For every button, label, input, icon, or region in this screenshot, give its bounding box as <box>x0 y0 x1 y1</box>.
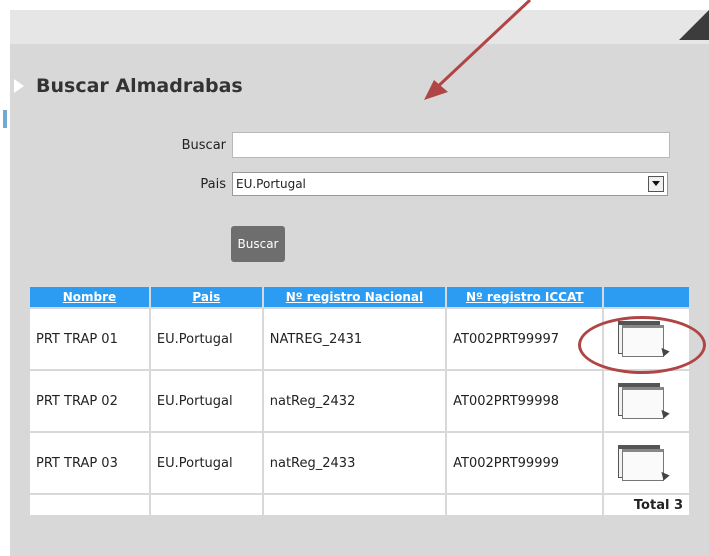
pais-select[interactable]: EU.Portugal <box>232 172 668 196</box>
column-header-registro-nacional[interactable]: Nº registro Nacional <box>263 287 446 307</box>
cell-nombre: PRT TRAP 02 <box>30 371 149 431</box>
cell-action <box>604 371 689 431</box>
chevron-down-icon[interactable] <box>648 176 664 192</box>
top-bar <box>10 10 709 44</box>
table-header-row: Nombre Pais Nº registro Nacional Nº regi… <box>30 287 689 307</box>
footer-cell <box>150 495 262 515</box>
window-cursor-icon[interactable] <box>618 445 670 481</box>
cell-registro-iccat: AT002PRT99997 <box>447 309 603 369</box>
buscar-label: Buscar <box>181 138 226 153</box>
cell-action <box>604 433 689 493</box>
results-table: Nombre Pais Nº registro Nacional Nº regi… <box>28 285 691 517</box>
search-input[interactable] <box>232 132 670 158</box>
window-front-shape <box>622 325 665 357</box>
cell-nombre: PRT TRAP 01 <box>30 309 149 369</box>
cell-pais: EU.Portugal <box>150 371 262 431</box>
left-edge-marker <box>3 110 7 128</box>
footer-cell <box>263 495 446 515</box>
column-header-pais[interactable]: Pais <box>150 287 262 307</box>
table-row: PRT TRAP 01 EU.Portugal NATREG_2431 AT00… <box>30 309 689 369</box>
column-header-nombre[interactable]: Nombre <box>30 287 149 307</box>
section-title: Buscar Almadrabas <box>36 75 243 97</box>
cell-pais: EU.Portugal <box>150 433 262 493</box>
triangle-right-icon[interactable] <box>14 79 24 93</box>
cell-registro-iccat: AT002PRT99999 <box>447 433 603 493</box>
section-header[interactable]: Buscar Almadrabas <box>14 72 243 100</box>
pais-label: Pais <box>200 177 226 192</box>
footer-cell <box>447 495 603 515</box>
column-header-actions <box>604 287 689 307</box>
column-header-registro-iccat[interactable]: Nº registro ICCAT <box>447 287 603 307</box>
table-footer-row: Total 3 <box>30 495 689 515</box>
footer-cell <box>30 495 149 515</box>
pais-selected-value: EU.Portugal <box>236 177 306 191</box>
cell-nombre: PRT TRAP 03 <box>30 433 149 493</box>
table-row: PRT TRAP 02 EU.Portugal natReg_2432 AT00… <box>30 371 689 431</box>
corner-fold-icon <box>679 10 709 40</box>
cell-action <box>604 309 689 369</box>
cell-registro-nacional: natReg_2433 <box>263 433 446 493</box>
window-front-shape <box>622 449 665 481</box>
table-row: PRT TRAP 03 EU.Portugal natReg_2433 AT00… <box>30 433 689 493</box>
total-count: Total 3 <box>604 495 689 515</box>
window-cursor-icon[interactable] <box>618 383 670 419</box>
search-button[interactable]: Buscar <box>231 226 285 262</box>
cell-registro-nacional: NATREG_2431 <box>263 309 446 369</box>
cell-registro-nacional: natReg_2432 <box>263 371 446 431</box>
window-cursor-icon[interactable] <box>618 321 670 357</box>
cell-pais: EU.Portugal <box>150 309 262 369</box>
cell-registro-iccat: AT002PRT99998 <box>447 371 603 431</box>
window-front-shape <box>622 387 665 419</box>
